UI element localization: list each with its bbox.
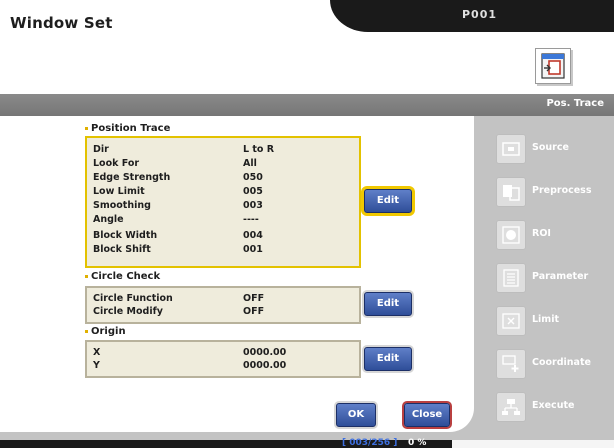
table-row: Block Shift 001 bbox=[93, 244, 263, 255]
origin-title: Origin bbox=[85, 326, 126, 337]
title-bar: Window Set P001 bbox=[0, 0, 614, 40]
table-row: Y 0000.00 bbox=[93, 360, 287, 371]
origin-box: X 0000.00 Y 0000.00 bbox=[85, 340, 361, 378]
sidebar-item-label: Limit bbox=[532, 314, 560, 325]
content-area: Position Trace Dir L to R Look For All Edg… bbox=[0, 116, 474, 432]
bullet-icon bbox=[85, 274, 88, 278]
preprocess-icon bbox=[496, 177, 526, 207]
bullet-icon bbox=[85, 329, 88, 333]
position-trace-box: Dir L to R Look For All Edge Strength 050 L… bbox=[85, 136, 361, 268]
table-row: Edge Strength 050 bbox=[93, 172, 263, 183]
roi-icon bbox=[496, 220, 526, 250]
limit-icon bbox=[496, 306, 526, 336]
table-row: Low Limit 005 bbox=[93, 186, 263, 197]
coordinate-icon bbox=[496, 349, 526, 379]
table-row: Block Width 004 bbox=[93, 230, 263, 241]
progress-percent: 0 % bbox=[408, 438, 427, 448]
sidebar-item-label: Parameter bbox=[532, 271, 589, 282]
table-row: Circle Function OFF bbox=[93, 293, 265, 304]
circle-check-title: Circle Check bbox=[85, 271, 160, 282]
window-title: Window Set bbox=[10, 14, 113, 32]
circle-check-edit-button[interactable]: Edit bbox=[364, 292, 412, 316]
close-button[interactable]: Close bbox=[404, 403, 450, 427]
table-row: X 0000.00 bbox=[93, 347, 287, 358]
sidebar-item-label: Preprocess bbox=[532, 185, 592, 196]
page-id: P001 bbox=[462, 8, 498, 21]
table-row: Smoothing 003 bbox=[93, 200, 263, 211]
sidebar-item-coordinate[interactable]: Coordinate bbox=[484, 343, 614, 385]
sidebar-item-label: ROI bbox=[532, 228, 551, 239]
window-set-icon[interactable] bbox=[535, 48, 571, 84]
table-row: Dir L to R bbox=[93, 144, 275, 155]
execute-icon bbox=[496, 392, 526, 422]
sidebar-item-label: Source bbox=[532, 142, 569, 153]
sidebar-item-roi[interactable]: ROI bbox=[484, 214, 614, 256]
sidebar-item-label: Execute bbox=[532, 400, 575, 411]
position-trace-title: Position Trace bbox=[85, 123, 170, 134]
table-row: Look For All bbox=[93, 158, 257, 169]
table-row: Circle Modify OFF bbox=[93, 306, 265, 317]
sidebar-item-source[interactable]: Source bbox=[484, 128, 614, 170]
image-counter: [ 003/256 ] bbox=[342, 438, 398, 448]
sidebar-item-limit[interactable]: Limit bbox=[484, 300, 614, 342]
status-field bbox=[452, 440, 614, 448]
sidebar-item-execute[interactable]: Execute bbox=[484, 386, 614, 428]
parameter-icon bbox=[496, 263, 526, 293]
source-icon bbox=[496, 134, 526, 164]
sidebar-item-parameter[interactable]: Parameter bbox=[484, 257, 614, 299]
ok-button[interactable]: OK bbox=[336, 403, 376, 427]
sidebar-item-label: Coordinate bbox=[532, 357, 591, 368]
band-label: Pos. Trace bbox=[546, 98, 604, 109]
bullet-icon bbox=[85, 126, 88, 130]
table-row: Angle ---- bbox=[93, 214, 259, 225]
sidebar-item-preprocess[interactable]: Preprocess bbox=[484, 171, 614, 213]
window-frame: Window Set P001 Pos. Trace Position Trac… bbox=[0, 0, 614, 440]
section-band: Pos. Trace bbox=[0, 94, 614, 116]
origin-edit-button[interactable]: Edit bbox=[364, 347, 412, 371]
circle-check-box: Circle Function OFF Circle Modify OFF bbox=[85, 286, 361, 324]
position-trace-edit-button[interactable]: Edit bbox=[364, 189, 412, 213]
